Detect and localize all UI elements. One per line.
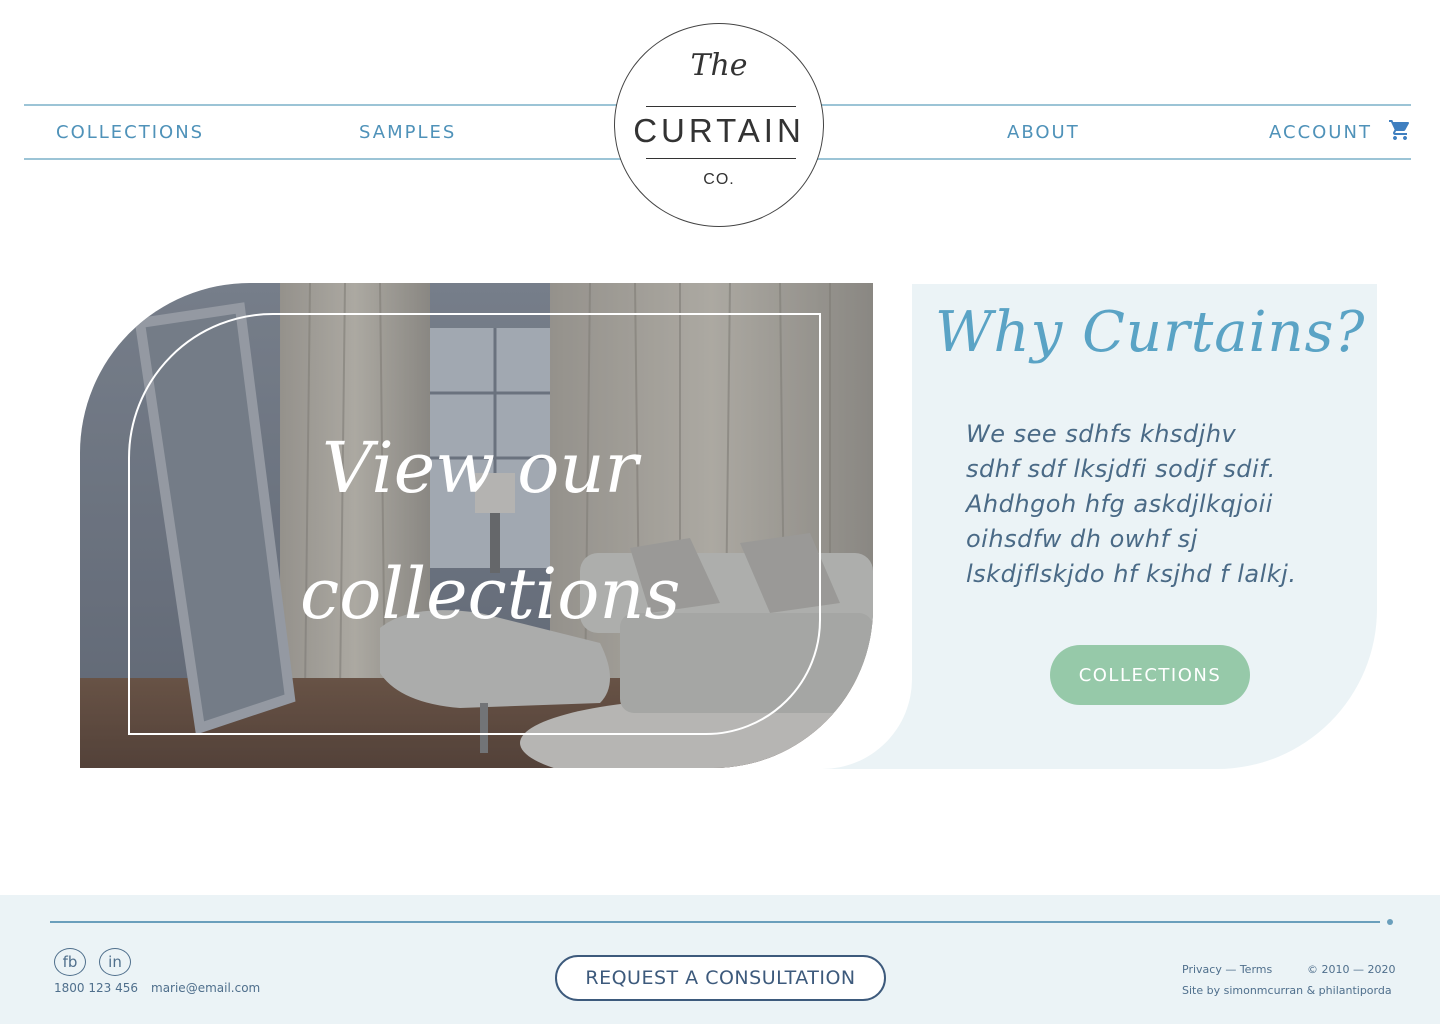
collections-button[interactable]: COLLECTIONS — [1050, 645, 1250, 705]
logo-the-text: The — [690, 48, 748, 83]
footer-legal-links[interactable]: Privacy — Terms — [1182, 963, 1272, 976]
why-title: Why Curtains? — [935, 300, 1366, 365]
why-line-4: oihsdfw dh owhf sj — [966, 525, 1198, 553]
request-consultation-button[interactable]: REQUEST A CONSULTATION — [555, 955, 886, 1001]
footer-credit: Site by simonmcurran & philantiporda — [1182, 984, 1392, 997]
footer-phone[interactable]: 1800 123 456 — [54, 981, 138, 995]
why-line-2: sdhf sdf lksjdfi sodjf sdif. — [966, 455, 1276, 483]
nav-account[interactable]: ACCOUNT — [1269, 122, 1372, 143]
logo-rule-top — [646, 106, 796, 107]
facebook-icon[interactable]: fb — [54, 948, 86, 976]
footer-divider-dot — [1387, 919, 1393, 925]
hero-title-line-1: View our — [322, 427, 638, 509]
footer-divider — [50, 921, 1380, 923]
why-body-text: We see sdhfs khsdjhv sdhf sdf lksjdfi so… — [966, 417, 1356, 592]
site-footer: fb in 1800 123 456 marie@email.com REQUE… — [0, 895, 1440, 1024]
why-line-5: lskdjflskjdo hf ksjhd f lalkj. — [966, 560, 1297, 588]
brand-logo[interactable]: The CURTAIN CO. — [614, 23, 824, 227]
nav-collections[interactable]: COLLECTIONS — [56, 122, 204, 143]
hero-title[interactable]: View our collections — [300, 405, 681, 657]
hero-title-line-2: collections — [300, 553, 681, 635]
why-line-1: We see sdhfs khsdjhv — [966, 420, 1237, 448]
logo-name: CURTAIN — [633, 112, 805, 149]
why-line-3: Ahdhgoh hfg askdjlkqjoii — [966, 490, 1273, 518]
shopping-cart-icon[interactable] — [1388, 118, 1412, 142]
footer-email[interactable]: marie@email.com — [151, 981, 260, 995]
nav-samples[interactable]: SAMPLES — [359, 122, 456, 143]
logo-suffix: CO. — [703, 171, 735, 188]
logo-rule-bottom — [646, 158, 796, 159]
nav-about[interactable]: ABOUT — [1007, 122, 1080, 143]
footer-copyright: © 2010 — 2020 — [1307, 963, 1396, 976]
site-header: COLLECTIONS SAMPLES ABOUT ACCOUNT The CU… — [0, 0, 1440, 240]
linkedin-icon[interactable]: in — [99, 948, 131, 976]
